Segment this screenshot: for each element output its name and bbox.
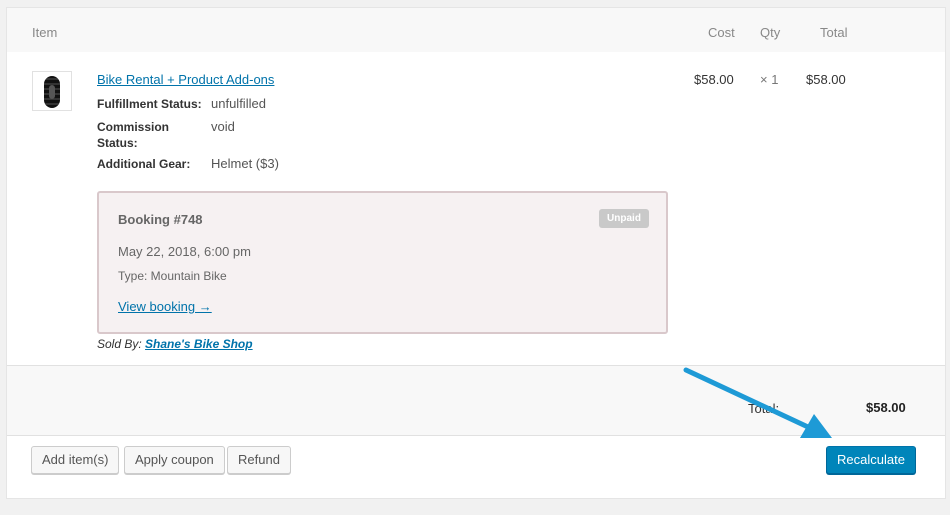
header-total: Total bbox=[820, 25, 848, 40]
order-items-panel: Item Cost Qty Total Bike Rental + Produc… bbox=[6, 7, 946, 499]
booking-date: May 22, 2018, 6:00 pm bbox=[118, 244, 251, 259]
meta-value-additional-gear: Helmet ($3) bbox=[211, 156, 279, 171]
item-total: $58.00 bbox=[806, 72, 846, 87]
meta-value-commission: void bbox=[211, 119, 235, 134]
booking-type: Type: Mountain Bike bbox=[118, 269, 227, 283]
sold-by-label: Sold By: bbox=[97, 337, 142, 351]
meta-label-commission: Commission Status: bbox=[97, 120, 170, 150]
header-item: Item bbox=[32, 25, 58, 40]
add-items-button[interactable]: Add item(s) bbox=[31, 446, 120, 474]
header-cost: Cost bbox=[708, 25, 735, 40]
vendor-link[interactable]: Shane's Bike Shop bbox=[145, 337, 253, 351]
order-total-value: $58.00 bbox=[866, 400, 906, 415]
order-totals-row: Total: $58.00 bbox=[7, 365, 945, 436]
recalculate-button[interactable]: Recalculate bbox=[826, 446, 916, 474]
meta-label-additional-gear: Additional Gear: bbox=[97, 157, 191, 171]
refund-button[interactable]: Refund bbox=[227, 446, 291, 474]
meta-label-fulfillment: Fulfillment Status: bbox=[97, 97, 202, 111]
order-total-label: Total: bbox=[748, 401, 780, 416]
item-qty: × 1 bbox=[760, 72, 779, 87]
view-booking-link[interactable]: View booking → bbox=[118, 299, 212, 314]
booking-title: Booking #748 bbox=[118, 212, 203, 227]
bike-tire-icon bbox=[44, 76, 60, 108]
product-name-link[interactable]: Bike Rental + Product Add-ons bbox=[97, 72, 274, 87]
item-cost: $58.00 bbox=[694, 72, 734, 87]
items-table-header: Item Cost Qty Total bbox=[7, 8, 945, 52]
apply-coupon-button[interactable]: Apply coupon bbox=[124, 446, 225, 474]
booking-status-badge: Unpaid bbox=[599, 209, 649, 228]
header-qty: Qty bbox=[760, 25, 781, 40]
booking-card: Booking #748 Unpaid May 22, 2018, 6:00 p… bbox=[97, 191, 668, 334]
product-thumbnail bbox=[32, 71, 72, 111]
meta-value-fulfillment: unfulfilled bbox=[211, 96, 266, 111]
sold-by: Sold By: Shane's Bike Shop bbox=[97, 337, 253, 351]
